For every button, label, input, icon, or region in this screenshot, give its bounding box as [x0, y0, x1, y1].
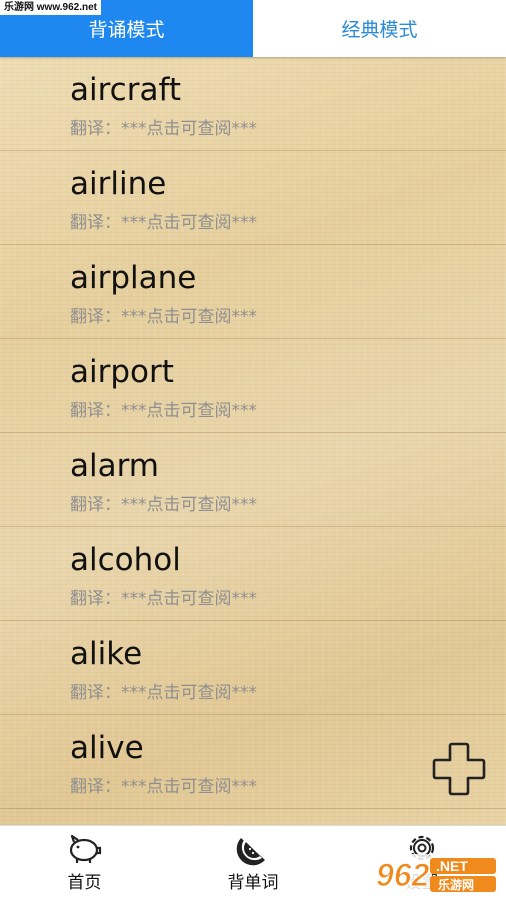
- word-text: aircraft: [70, 72, 181, 108]
- nav-home[interactable]: 首页: [0, 826, 169, 901]
- word-translation: 翻译：***点击可查阅***: [70, 495, 257, 515]
- logo-sub-text: 乐游网: [438, 877, 474, 892]
- word-list[interactable]: aircraft 翻译：***点击可查阅*** airline 翻译：***点击…: [0, 57, 506, 825]
- word-item[interactable]: alcohol 翻译：***点击可查阅***: [0, 527, 506, 621]
- word-item[interactable]: airline 翻译：***点击可查阅***: [0, 151, 506, 245]
- tab-classic-mode[interactable]: 经典模式: [253, 0, 506, 57]
- logo-main-text: 962: [376, 857, 430, 893]
- word-text: airport: [70, 354, 174, 390]
- word-translation: 翻译：***点击可查阅***: [70, 213, 257, 233]
- word-item[interactable]: alike 翻译：***点击可查阅***: [0, 621, 506, 715]
- word-item[interactable]: aircraft 翻译：***点击可查阅***: [0, 57, 506, 151]
- word-text: airline: [70, 166, 167, 202]
- site-watermark: 乐游网 www.962.net: [0, 0, 101, 15]
- nav-label: 背单词: [227, 873, 279, 893]
- add-word-button[interactable]: [430, 740, 488, 798]
- watermelon-icon: [236, 838, 265, 866]
- word-translation: 翻译：***点击可查阅***: [70, 777, 257, 797]
- piggy-bank-icon: [70, 834, 102, 863]
- word-text: alarm: [70, 448, 160, 484]
- word-text: alcohol: [70, 542, 181, 578]
- word-text: airplane: [70, 260, 197, 296]
- word-item[interactable]: airplane 翻译：***点击可查阅***: [0, 245, 506, 339]
- nav-recite-words[interactable]: 背单词: [169, 826, 338, 901]
- word-translation: 翻译：***点击可查阅***: [70, 401, 257, 421]
- word-translation: 翻译：***点击可查阅***: [70, 119, 257, 139]
- word-translation: 翻译：***点击可查阅***: [70, 683, 257, 703]
- word-text: alike: [70, 636, 143, 672]
- plus-icon: [432, 742, 486, 796]
- word-translation: 翻译：***点击可查阅***: [70, 589, 257, 609]
- word-item[interactable]: alarm 翻译：***点击可查阅***: [0, 433, 506, 527]
- word-text: alive: [70, 730, 144, 766]
- site-logo-watermark: 962 .NET 乐游网: [372, 854, 496, 894]
- nav-label: 首页: [67, 873, 102, 893]
- word-translation: 翻译：***点击可查阅***: [70, 307, 257, 327]
- logo-net-text: .NET: [436, 858, 468, 874]
- word-item[interactable]: airport 翻译：***点击可查阅***: [0, 339, 506, 433]
